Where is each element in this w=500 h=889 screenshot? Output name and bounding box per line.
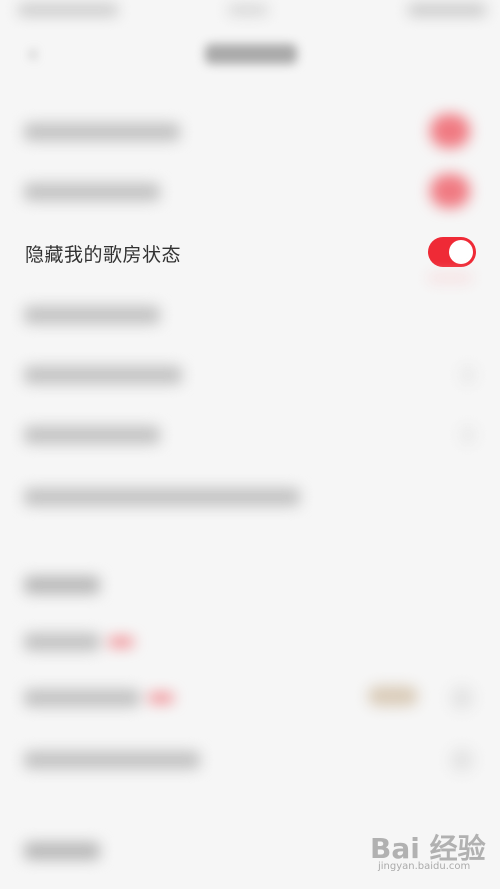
row-label <box>24 633 100 651</box>
new-badge <box>148 693 174 703</box>
baidu-jingyan-watermark: Bai 经验 jingyan.baidu.com <box>370 821 490 881</box>
thumbnail-image <box>368 686 418 706</box>
switch-reflection <box>428 275 472 281</box>
settings-row[interactable] <box>0 405 500 465</box>
section-header <box>0 555 500 615</box>
new-badge <box>108 637 134 647</box>
status-carrier <box>18 4 118 16</box>
row-label <box>24 183 160 201</box>
section-title <box>24 842 100 860</box>
settings-row-hide-room-status[interactable]: 隐藏我的歌房状态 <box>0 223 500 283</box>
settings-row[interactable] <box>0 730 500 790</box>
settings-row[interactable] <box>0 668 500 728</box>
row-label <box>24 123 180 141</box>
hide-room-status-toggle[interactable] <box>428 237 476 267</box>
chevron-right-icon <box>450 748 474 772</box>
toggle-switch[interactable] <box>430 174 470 208</box>
row-label <box>24 426 160 444</box>
chevron-right-icon <box>462 427 474 443</box>
status-time <box>228 5 268 15</box>
page-title <box>205 44 297 64</box>
settings-row[interactable] <box>0 102 500 162</box>
settings-row[interactable] <box>0 467 500 527</box>
row-label <box>24 366 182 384</box>
section-title <box>24 576 100 594</box>
watermark-site: jingyan.baidu.com <box>378 861 471 872</box>
settings-row[interactable] <box>0 162 500 222</box>
back-arrow-icon[interactable]: ‹ <box>22 44 44 66</box>
row-label <box>24 689 140 707</box>
chevron-right-icon <box>450 686 474 710</box>
settings-row[interactable] <box>0 345 500 405</box>
settings-row[interactable] <box>0 612 500 672</box>
chevron-right-icon <box>462 367 474 383</box>
toggle-switch[interactable] <box>430 114 470 148</box>
settings-row[interactable] <box>0 285 500 345</box>
status-bar <box>0 0 500 26</box>
header: ‹ <box>0 26 500 82</box>
row-label <box>24 751 200 769</box>
hide-room-status-label: 隐藏我的歌房状态 <box>25 244 182 266</box>
toggle-knob <box>449 240 473 264</box>
row-label <box>24 306 160 324</box>
status-icons <box>408 4 486 16</box>
row-label <box>24 488 300 506</box>
